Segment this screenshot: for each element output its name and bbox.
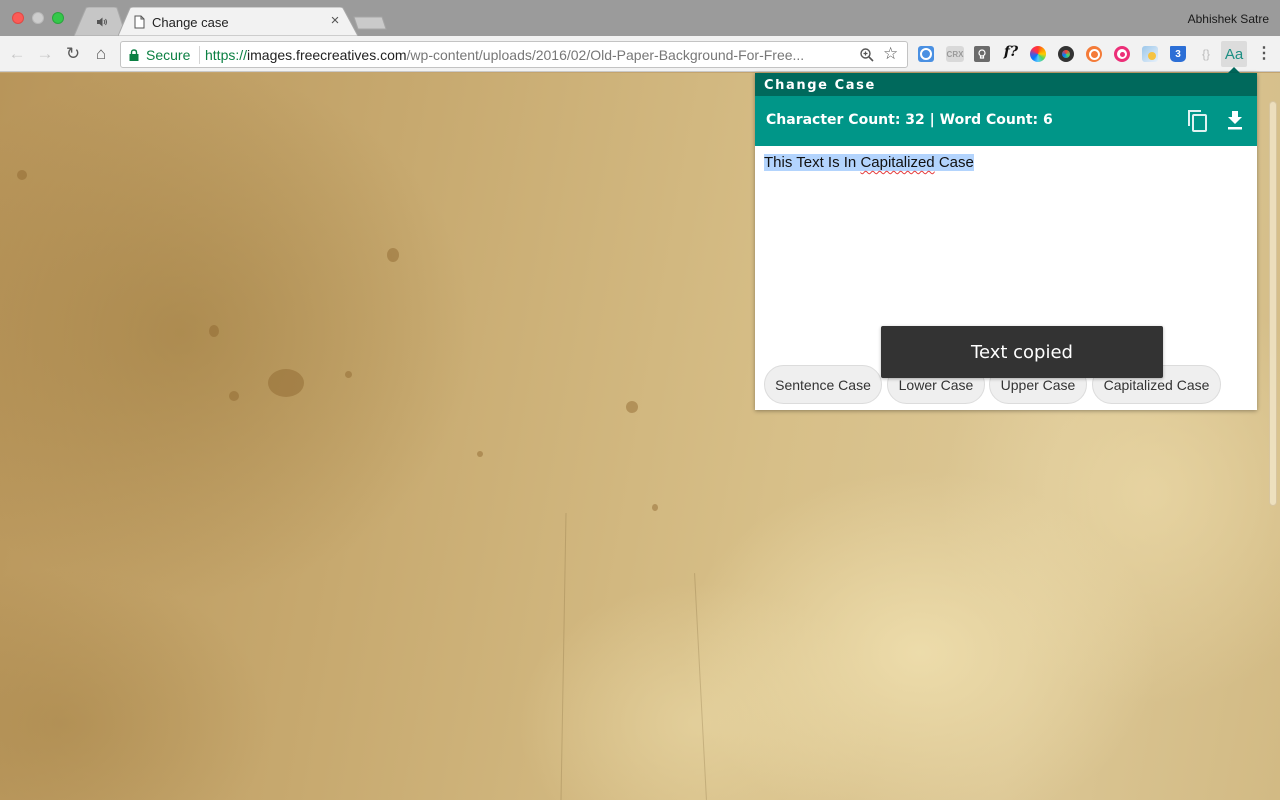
paper-stain	[387, 248, 399, 262]
forward-button[interactable]: →	[36, 45, 54, 63]
url-text[interactable]: https://images.freecreatives.com/wp-cont…	[205, 47, 855, 63]
download-icon[interactable]	[1226, 109, 1244, 131]
lock-icon	[129, 49, 139, 61]
paper-crease	[694, 573, 707, 800]
back-button[interactable]: ←	[8, 45, 26, 63]
browser-menu-icon[interactable]: ⋮	[1256, 45, 1272, 63]
bookmark-star-icon[interactable]: ☆	[883, 44, 898, 64]
paper-stain	[268, 369, 304, 397]
color-picker-extension-icon[interactable]	[1030, 46, 1046, 62]
secure-label: Secure	[146, 47, 191, 63]
selected-text: This Text Is In Capitalized Case	[764, 154, 974, 171]
profile-name[interactable]: Abhishek Satre	[1188, 12, 1269, 26]
url-path: /wp-content/uploads/2016/02/Old-Paper-Ba…	[406, 47, 805, 63]
text-copied-toast: Text copied	[881, 326, 1163, 378]
url-scheme: https://	[205, 47, 248, 63]
tab-title: Change case	[152, 15, 229, 30]
paper-stain	[477, 451, 483, 457]
paper-stain	[345, 371, 352, 378]
json-extension-icon[interactable]: {}	[1198, 46, 1214, 62]
lightbulb-extension-icon[interactable]	[974, 46, 990, 62]
close-tab-icon[interactable]: ×	[328, 13, 342, 29]
change-case-extension-icon[interactable]: Aa	[1221, 41, 1247, 67]
page-scrollbar[interactable]	[1269, 101, 1277, 506]
address-bar[interactable]: Secure https://images.freecreatives.com/…	[120, 41, 908, 68]
speaker-icon	[97, 17, 107, 27]
paper-stain	[229, 391, 239, 401]
home-button[interactable]: ⌂	[92, 45, 110, 63]
stats-bar: Character Count: 32 | Word Count: 6	[755, 96, 1257, 146]
misspelled-word: Capitalized	[860, 154, 935, 171]
tab-change-case[interactable]: Change case ×	[118, 7, 358, 36]
lightbulb-icon	[978, 48, 986, 59]
eye-extension-icon[interactable]	[1114, 46, 1130, 62]
page-icon	[134, 15, 145, 29]
color-dark-extension-icon[interactable]	[1058, 46, 1074, 62]
text-input-area[interactable]: This Text Is In Capitalized Case	[755, 146, 1257, 356]
paper-stain	[209, 325, 219, 337]
sentence-case-button[interactable]: Sentence Case	[764, 365, 882, 404]
close-window-button[interactable]	[12, 12, 24, 24]
crx-extension-icon[interactable]: CRX	[946, 46, 964, 62]
css3-extension-icon[interactable]: 3	[1170, 46, 1186, 62]
copy-icon[interactable]	[1187, 109, 1209, 133]
character-word-count: Character Count: 32 | Word Count: 6	[766, 112, 1053, 128]
image-extension-icon[interactable]	[1142, 46, 1158, 62]
whatfont-extension-icon[interactable]: f?	[1001, 44, 1021, 60]
maximize-window-button[interactable]	[52, 12, 64, 24]
paper-crease	[560, 513, 567, 800]
reload-button[interactable]: ↻	[64, 45, 82, 63]
orange-extension-icon[interactable]	[1086, 46, 1102, 62]
text-segment: Case	[934, 154, 974, 171]
settings-extension-icon[interactable]	[918, 46, 934, 62]
new-tab-button[interactable]	[352, 7, 388, 36]
minimize-window-button[interactable]	[32, 12, 44, 24]
paper-stain	[652, 504, 658, 511]
url-host: images.freecreatives.com	[247, 47, 407, 63]
browser-toolbar: ← → ↻ ⌂ Secure https://images.freecreati…	[0, 36, 1280, 72]
address-separator	[199, 46, 200, 64]
zoom-icon[interactable]	[859, 47, 875, 63]
browser-titlebar: Change case × Abhishek Satre	[0, 0, 1280, 36]
paper-stain	[17, 170, 27, 180]
text-segment: This Text Is In	[764, 154, 861, 171]
popup-title: Change Case	[755, 73, 1257, 96]
paper-stain	[626, 401, 638, 413]
new-tab-icon	[353, 16, 387, 30]
